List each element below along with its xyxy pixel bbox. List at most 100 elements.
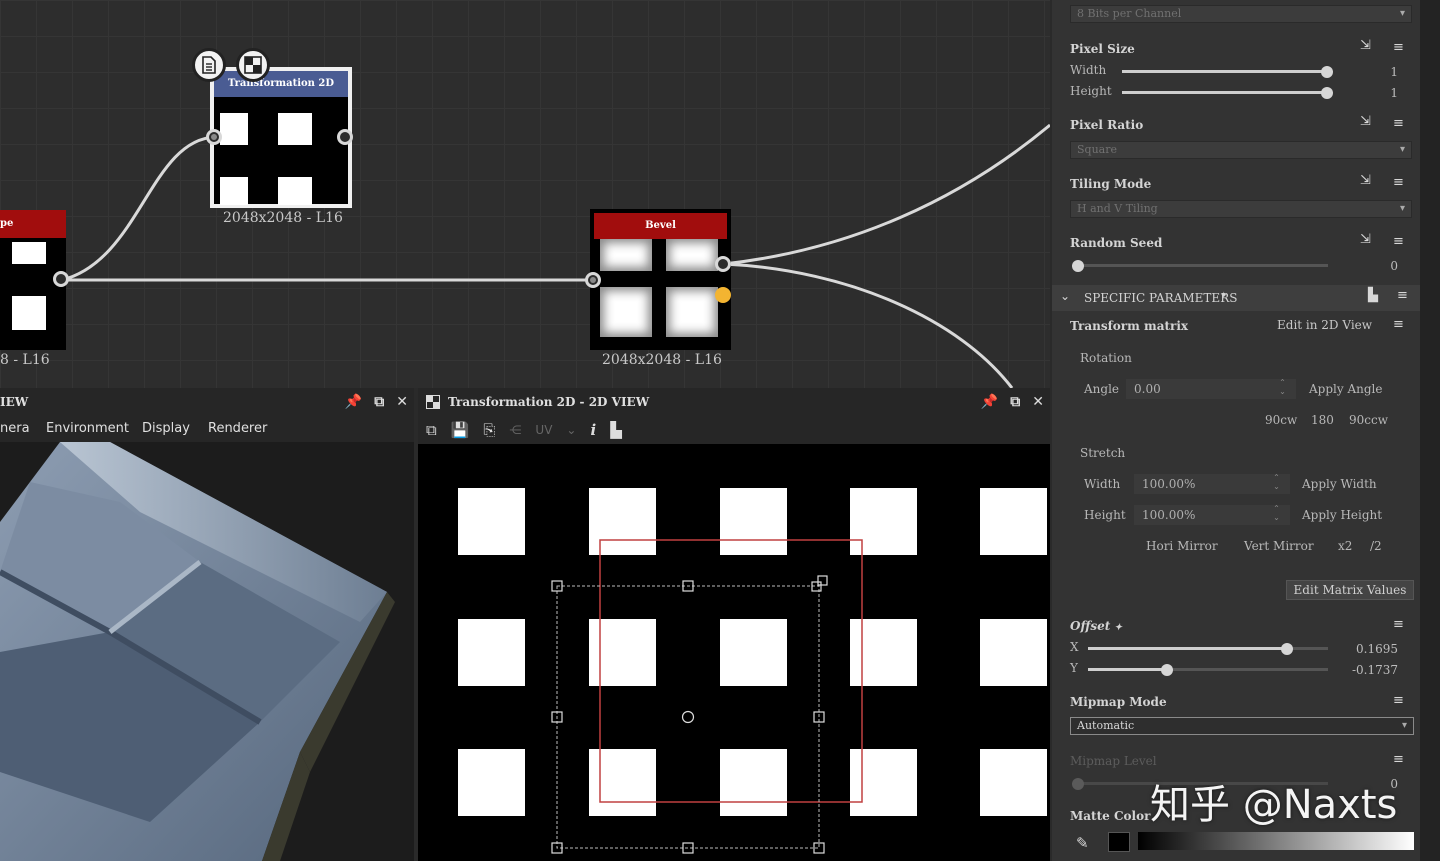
input-port[interactable] — [206, 129, 222, 145]
copy-view-icon[interactable]: ⧉ — [426, 421, 437, 439]
checker-icon[interactable] — [236, 48, 270, 82]
offset-y-slider[interactable] — [1088, 668, 1328, 671]
angle-input[interactable]: 0.00 — [1126, 378, 1296, 399]
hori-mirror-button[interactable]: Hori Mirror — [1146, 539, 1218, 553]
pixel-height-slider[interactable] — [1122, 91, 1328, 94]
menu-icon[interactable]: ≡ — [1393, 617, 1404, 632]
thumb-tile — [278, 113, 312, 145]
checker-icon — [426, 395, 440, 409]
menu-camera[interactable]: nera — [0, 416, 30, 442]
slider-knob[interactable] — [1161, 664, 1174, 676]
view-3d-panel[interactable]: IEW 📌 ⧉ ✕ nera Environment Display Rende… — [0, 388, 414, 861]
node-graph[interactable]: pe 8 - L16 Transformation 2D 2048x2048 -… — [0, 0, 1050, 388]
view-2d-panel[interactable]: Transformation 2D - 2D VIEW 📌 ⧉ ✕ ⧉ 💾 ⎘ … — [418, 388, 1050, 861]
close-icon[interactable]: ✕ — [1032, 388, 1044, 416]
texture-tile-1-1 — [589, 619, 656, 686]
matte-color-swatch[interactable] — [1108, 832, 1130, 852]
3d-preview[interactable] — [0, 442, 414, 861]
edit-in-2d-view-link[interactable]: Edit in 2D View — [1277, 318, 1372, 332]
bit-depth-dropdown[interactable]: 8 Bits per Channel — [1070, 5, 1412, 23]
matte-color-gradient[interactable] — [1138, 832, 1414, 850]
pixel-width-slider[interactable] — [1122, 70, 1328, 73]
slider-knob[interactable] — [1072, 260, 1084, 272]
stretch-height-input[interactable]: 100.00% — [1134, 504, 1290, 525]
stretch-width-input[interactable]: 100.00% — [1134, 473, 1290, 494]
float-icon[interactable]: ⧉ — [374, 388, 384, 416]
tiling-mode-dropdown[interactable]: H and V Tiling — [1070, 200, 1412, 218]
slider-knob[interactable] — [1321, 87, 1333, 99]
texture-tile-2-2 — [720, 749, 787, 816]
texture-tile-0-2 — [720, 488, 787, 555]
eyedropper-icon[interactable]: ✎ — [1076, 834, 1089, 852]
specific-parameters-header[interactable]: ⌄ SPECIFIC PARAMETERS ✦ ▙ ≡ — [1052, 285, 1420, 311]
apply-width-button[interactable]: Apply Width — [1302, 477, 1377, 491]
wires — [61, 123, 1050, 388]
texture-tiles — [458, 488, 1047, 816]
texture-tile-1-2 — [720, 619, 787, 686]
save-icon[interactable]: 💾 — [451, 421, 470, 439]
offset-label-text: Offset — [1070, 619, 1111, 633]
menu-renderer[interactable]: Renderer — [208, 416, 267, 442]
share-icon: ⋲ — [509, 423, 522, 437]
link-icon[interactable]: ⇲ — [1360, 173, 1371, 188]
bookmark-icon[interactable]: ▙ — [1368, 288, 1378, 303]
menu-display[interactable]: Display — [142, 416, 190, 442]
texture-tile-1-3 — [850, 619, 917, 686]
close-icon[interactable]: ✕ — [396, 388, 408, 416]
pin-icon[interactable]: 📌 — [981, 388, 998, 416]
output-port[interactable] — [715, 256, 731, 272]
panel-header: Transformation 2D - 2D VIEW 📌 ⧉ ✕ — [418, 388, 1050, 416]
menu-icon[interactable]: ≡ — [1393, 317, 1404, 332]
pin-icon[interactable]: 📌 — [345, 388, 362, 416]
rotate-90ccw-button[interactable]: 90ccw — [1349, 413, 1388, 427]
scale-handle-icon — [811, 575, 828, 592]
info-icon[interactable]: i — [590, 421, 596, 439]
float-icon[interactable]: ⧉ — [1010, 388, 1020, 416]
panel-scrollbar[interactable] — [1420, 0, 1440, 861]
mipmap-mode-dropdown[interactable]: Automatic — [1070, 717, 1414, 735]
apply-angle-button[interactable]: Apply Angle — [1309, 382, 1382, 396]
angle-label: Angle — [1084, 382, 1120, 396]
thumb-tile — [220, 113, 248, 145]
menu-icon[interactable]: ≡ — [1393, 116, 1404, 131]
menu-icon[interactable]: ≡ — [1393, 693, 1404, 708]
pixel-size-label: Pixel Size — [1070, 42, 1135, 56]
copy-icon[interactable]: ⎘ — [483, 421, 495, 439]
2d-canvas[interactable] — [418, 444, 1050, 861]
output-port[interactable] — [53, 271, 69, 287]
thumb-tile — [12, 296, 46, 330]
scale-half-button[interactable]: /2 — [1370, 539, 1382, 553]
menu-icon: ≡ — [1393, 752, 1404, 767]
uv-dropdown: UV — [535, 423, 553, 437]
rotate-180-button[interactable]: 180 — [1311, 413, 1334, 427]
menu-icon[interactable]: ≡ — [1393, 234, 1404, 249]
pixel-ratio-dropdown[interactable]: Square — [1070, 141, 1412, 159]
random-seed-slider[interactable] — [1076, 264, 1328, 267]
slider-knob[interactable] — [1321, 66, 1333, 78]
menu-environment[interactable]: Environment — [46, 416, 129, 442]
menu-icon[interactable]: ≡ — [1397, 288, 1408, 303]
vert-mirror-button[interactable]: Vert Mirror — [1244, 539, 1314, 553]
output-port[interactable] — [337, 129, 353, 145]
transform-matrix-label: Transform matrix — [1070, 319, 1189, 333]
slider-knob[interactable] — [1281, 643, 1294, 655]
link-icon[interactable]: ⇲ — [1360, 114, 1371, 129]
transformation-node[interactable]: Transformation 2D — [210, 67, 352, 208]
rotate-90cw-button[interactable]: 90cw — [1265, 413, 1297, 427]
menu-icon[interactable]: ≡ — [1393, 175, 1404, 190]
document-icon[interactable] — [192, 48, 226, 82]
chevron-down-icon[interactable]: ⌄ — [1060, 289, 1070, 303]
link-icon[interactable]: ⇲ — [1360, 232, 1371, 247]
apply-height-button[interactable]: Apply Height — [1302, 508, 1382, 522]
bevel-node[interactable]: Bevel — [590, 209, 731, 350]
node-resolution: 8 - L16 — [0, 352, 50, 368]
link-icon[interactable]: ⇲ — [1360, 38, 1371, 53]
output-port-secondary[interactable] — [715, 287, 731, 303]
input-port[interactable] — [585, 272, 601, 288]
edit-matrix-values-button[interactable]: Edit Matrix Values — [1286, 580, 1414, 600]
texture-tile-1-4 — [980, 619, 1047, 686]
offset-y-value: -0.1737 — [1351, 663, 1398, 677]
menu-icon[interactable]: ≡ — [1393, 40, 1404, 55]
scale-x2-button[interactable]: x2 — [1338, 539, 1352, 553]
histogram-icon[interactable]: ▙ — [610, 421, 622, 439]
